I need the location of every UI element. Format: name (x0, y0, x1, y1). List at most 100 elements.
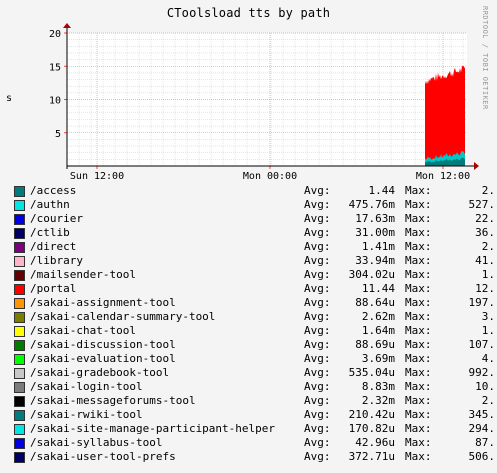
legend-swatch (14, 382, 25, 393)
series-portal-area (425, 65, 465, 166)
legend-swatch (14, 270, 25, 281)
legend-avg-label: Avg: (304, 310, 331, 323)
legend-series-name: /sakai-login-tool (30, 380, 143, 393)
y-tick-label: 15 (49, 62, 61, 73)
y-tick-label: 5 (55, 129, 61, 140)
legend-swatch (14, 368, 25, 379)
legend-max-label: Max: (405, 366, 432, 379)
legend-series-name: /mailsender-tool (30, 268, 136, 281)
legend-row: /portal Avg: 11.44 Max: 12. (14, 282, 497, 296)
legend-avg-label: Avg: (304, 198, 331, 211)
legend-series-name: /sakai-gradebook-tool (30, 366, 170, 379)
legend-max-value: 197. (468, 296, 496, 309)
legend-max-label: Max: (405, 338, 432, 351)
legend-swatch (14, 424, 25, 435)
legend-row: /sakai-evaluation-tool Avg: 3.69m Max: 4. (14, 352, 497, 366)
legend-max-value: 992. (468, 366, 496, 379)
legend-max-label: Max: (405, 422, 432, 435)
legend-max-label: Max: (405, 268, 432, 281)
legend-row: /mailsender-tool Avg: 304.02u Max: 1. (14, 268, 497, 282)
legend-avg-label: Avg: (304, 254, 331, 267)
legend-row: /sakai-rwiki-tool Avg: 210.42u Max: 345. (14, 408, 497, 422)
legend-series-name: /sakai-evaluation-tool (30, 352, 176, 365)
legend-swatch (14, 438, 25, 449)
legend-max-label: Max: (405, 282, 432, 295)
legend-avg-label: Avg: (304, 450, 331, 463)
legend-max-value: 2. (481, 184, 495, 197)
legend-max-value: 506. (468, 450, 496, 463)
legend-max-value: 1. (481, 324, 495, 337)
legend-swatch (14, 186, 25, 197)
legend-max-label: Max: (405, 436, 432, 449)
legend-row: /direct Avg: 1.41m Max: 2. (14, 240, 497, 254)
legend-max-label: Max: (405, 240, 432, 253)
y-tick-label: 20 (49, 29, 61, 40)
legend-max-value: 10. (475, 380, 495, 393)
legend-avg-label: Avg: (304, 296, 331, 309)
legend-avg-label: Avg: (304, 380, 331, 393)
legend-swatch (14, 284, 25, 295)
legend-max-value: 1. (481, 268, 495, 281)
legend-avg-value: 42.96u (355, 436, 395, 449)
legend-series-name: /sakai-calendar-summary-tool (30, 310, 216, 323)
legend-avg-label: Avg: (304, 422, 331, 435)
legend-max-value: 345. (468, 408, 496, 421)
legend-avg-label: Avg: (304, 184, 331, 197)
legend-max-label: Max: (405, 324, 432, 337)
legend-max-value: 36. (475, 226, 495, 239)
legend-avg-value: 3.69m (361, 352, 395, 365)
legend-max-value: 3. (481, 310, 495, 323)
legend-max-label: Max: (405, 296, 432, 309)
legend-row: /sakai-login-tool Avg: 8.83m Max: 10. (14, 380, 497, 394)
legend-swatch (14, 312, 25, 323)
legend-avg-value: 88.64u (355, 296, 395, 309)
legend-series-name: /sakai-syllabus-tool (30, 436, 163, 449)
legend-max-label: Max: (405, 226, 432, 239)
legend-avg-value: 475.76m (348, 198, 395, 211)
legend-max-value: 2. (481, 240, 495, 253)
x-tick-labels: Sun 12:00 Mon 00:00 Mon 12:00 (70, 171, 470, 182)
legend-row: /access Avg: 1.44 Max: 2. (14, 184, 497, 198)
legend-avg-value: 2.62m (361, 310, 395, 323)
legend-swatch (14, 452, 25, 463)
legend-max-value: 294. (468, 422, 496, 435)
legend-avg-value: 8.83m (361, 380, 395, 393)
legend-avg-label: Avg: (304, 366, 331, 379)
legend-row: /sakai-gradebook-tool Avg: 535.04u Max: 992. (14, 366, 497, 380)
legend-max-value: 4. (481, 352, 495, 365)
legend-series-name: /portal (30, 282, 77, 295)
legend-avg-label: Avg: (304, 324, 331, 337)
legend-series-name: /sakai-chat-tool (30, 324, 136, 337)
legend-max-label: Max: (405, 212, 432, 225)
legend-max-label: Max: (405, 198, 432, 211)
legend-row: /ctlib Avg: 31.00m Max: 36. (14, 226, 497, 240)
legend-avg-value: 372.71u (348, 450, 395, 463)
legend-row: /authn Avg: 475.76m Max: 527. (14, 198, 497, 212)
x-axis-arrow (474, 162, 479, 170)
legend-series-name: /direct (30, 240, 77, 253)
legend-max-label: Max: (405, 408, 432, 421)
legend-series-name: /access (30, 184, 77, 197)
legend-swatch (14, 228, 25, 239)
legend-series-name: /courier (30, 212, 83, 225)
legend-row: /sakai-assignment-tool Avg: 88.64u Max: 197. (14, 296, 497, 310)
legend-swatch (14, 396, 25, 407)
legend-max-value: 527. (468, 198, 496, 211)
legend-max-value: 107. (468, 338, 496, 351)
legend-max-value: 87. (475, 436, 495, 449)
legend-swatch (14, 410, 25, 421)
legend-series-name: /library (30, 254, 83, 267)
plot-area: 5 10 15 20 Sun 12:00 Mon 00:00 Mon 12:00 (49, 23, 479, 182)
legend-swatch (14, 326, 25, 337)
legend-max-label: Max: (405, 310, 432, 323)
legend-series-name: /sakai-site-manage-participant-helper (30, 422, 276, 435)
y-tick-labels: 5 10 15 20 (49, 29, 61, 140)
legend-avg-label: Avg: (304, 268, 331, 281)
legend-avg-label: Avg: (304, 394, 331, 407)
legend-series-name: /sakai-discussion-tool (30, 338, 176, 351)
legend-swatch (14, 200, 25, 211)
legend-max-value: 22. (475, 212, 495, 225)
legend-series-name: /sakai-assignment-tool (30, 296, 176, 309)
legend-swatch (14, 256, 25, 267)
legend-series-name: /authn (30, 198, 70, 211)
